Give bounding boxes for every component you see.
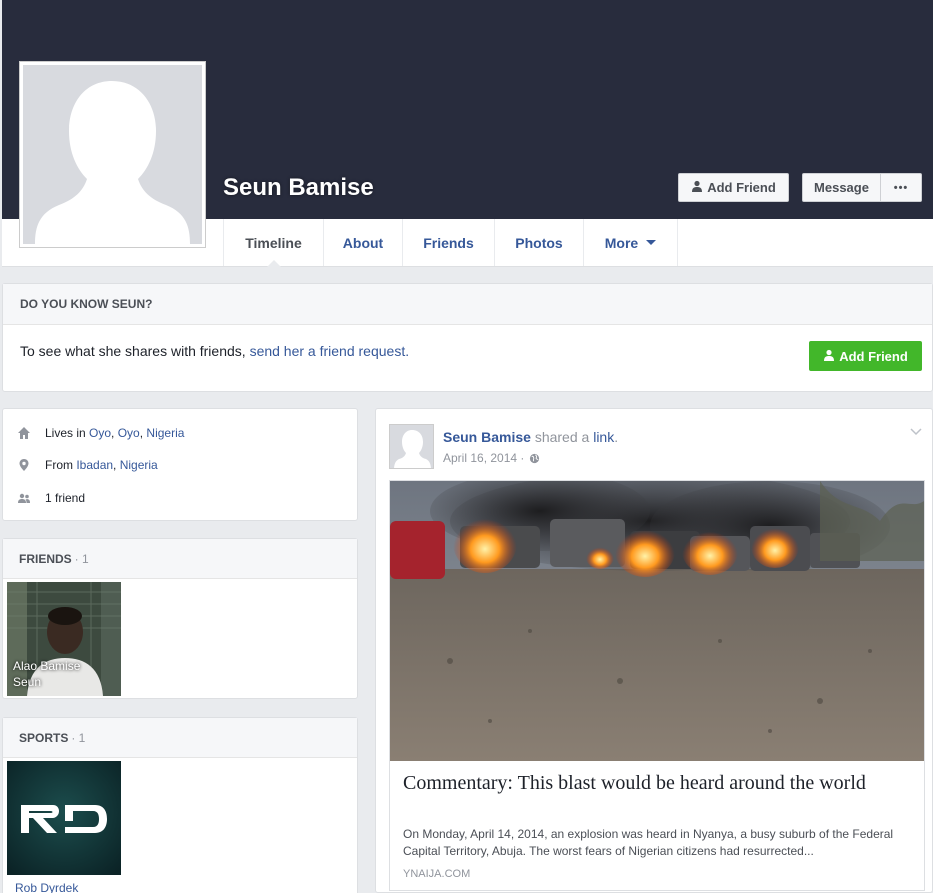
- link-preview-card[interactable]: Commentary: This blast would be heard ar…: [389, 480, 925, 891]
- add-friend-button[interactable]: Add Friend: [678, 173, 789, 202]
- home-icon: [17, 426, 31, 440]
- sports-page-name[interactable]: Rob Dyrdek: [15, 881, 78, 893]
- post-timestamp[interactable]: April 16, 2014 ·: [443, 451, 540, 465]
- post-options-chevron-icon[interactable]: [910, 425, 922, 439]
- tab-friends[interactable]: Friends: [402, 219, 494, 266]
- from-row: From Ibadan, Nigeria: [17, 458, 158, 472]
- default-avatar-icon: [394, 430, 431, 468]
- post-header: Seun Bamise shared a link.: [443, 429, 618, 445]
- friends-card: FRIENDS · 1 Alao Bamise Seun: [2, 538, 358, 699]
- do-you-know-header: DO YOU KNOW SEUN?: [3, 284, 932, 325]
- add-friend-label: Add Friend: [707, 180, 776, 195]
- add-friend-green-button[interactable]: Add Friend: [809, 341, 922, 371]
- tab-photos[interactable]: Photos: [494, 219, 583, 266]
- chevron-down-icon: [646, 240, 657, 245]
- friend-name: Alao Bamise Seun: [13, 659, 81, 689]
- post-author-link[interactable]: Seun Bamise: [443, 429, 531, 445]
- do-you-know-box: DO YOU KNOW SEUN? To see what she shares…: [2, 283, 933, 392]
- tab-photos-label: Photos: [515, 234, 563, 251]
- tab-timeline-label: Timeline: [245, 234, 302, 251]
- lives-in-label: Lives in: [45, 426, 86, 440]
- lives-country-link[interactable]: Nigeria: [146, 426, 184, 440]
- link-preview-title[interactable]: Commentary: This blast would be heard ar…: [403, 771, 903, 795]
- tab-about-label: About: [342, 234, 384, 251]
- link-preview-image: [390, 481, 924, 761]
- post-date-text: April 16, 2014 ·: [443, 451, 525, 465]
- intro-card: Lives in Oyo, Oyo, Nigeria From Ibadan, …: [2, 408, 358, 521]
- profile-name: Seun Bamise: [223, 174, 374, 201]
- lives-in-row: Lives in Oyo, Oyo, Nigeria: [17, 426, 184, 440]
- timeline-post: Seun Bamise shared a link. April 16, 201…: [375, 408, 933, 893]
- friends-count-text[interactable]: 1 friend: [45, 491, 85, 505]
- lives-city-link[interactable]: Oyo: [89, 426, 111, 440]
- tab-about[interactable]: About: [323, 219, 402, 266]
- friend-request-link[interactable]: send her a friend request.: [250, 343, 410, 359]
- globe-icon: [529, 453, 540, 464]
- tab-more-label: More: [604, 234, 639, 251]
- location-pin-icon: [17, 458, 31, 472]
- sports-card-count: · 1: [71, 730, 86, 745]
- friends-icon: [17, 491, 31, 505]
- from-label: From: [45, 458, 73, 472]
- sports-page-thumbnail[interactable]: [7, 761, 121, 875]
- add-person-icon: [691, 180, 703, 195]
- message-button[interactable]: Message: [802, 173, 881, 202]
- sports-card-header: SPORTS · 1: [3, 718, 357, 758]
- do-you-know-text: To see what she shares with friends, sen…: [20, 343, 409, 359]
- from-country-link[interactable]: Nigeria: [120, 458, 158, 472]
- tab-friends-label: Friends: [423, 234, 474, 251]
- sports-card: SPORTS · 1 Rob Dyrdek: [2, 717, 358, 893]
- post-author-avatar[interactable]: [389, 424, 434, 469]
- friends-card-header: FRIENDS · 1: [3, 539, 357, 579]
- default-avatar-icon: [35, 81, 190, 244]
- more-options-button[interactable]: •••: [880, 173, 922, 202]
- tab-timeline[interactable]: Timeline: [223, 219, 323, 267]
- sports-card-title[interactable]: SPORTS: [19, 731, 68, 745]
- friends-card-title[interactable]: FRIENDS: [19, 552, 72, 566]
- add-person-icon: [823, 349, 835, 364]
- friends-count-row: 1 friend: [17, 491, 85, 505]
- friends-card-count: · 1: [74, 551, 89, 566]
- add-friend-green-label: Add Friend: [839, 348, 908, 364]
- link-preview-description: On Monday, April 14, 2014, an explosion …: [403, 827, 894, 858]
- tab-more[interactable]: More: [583, 219, 678, 266]
- post-action-end: .: [614, 429, 619, 445]
- post-action-text: shared a: [530, 429, 594, 445]
- post-link-link[interactable]: link: [593, 429, 614, 445]
- link-preview-source: YNAIJA.COM: [403, 868, 471, 880]
- do-you-know-message: To see what she shares with friends,: [20, 343, 250, 359]
- rd-logo-icon: [7, 761, 121, 875]
- profile-picture[interactable]: [19, 61, 206, 248]
- more-dots-icon: •••: [893, 181, 909, 194]
- from-city-link[interactable]: Ibadan: [76, 458, 113, 472]
- friend-thumbnail[interactable]: Alao Bamise Seun: [7, 582, 121, 696]
- lives-state-link[interactable]: Oyo: [118, 426, 140, 440]
